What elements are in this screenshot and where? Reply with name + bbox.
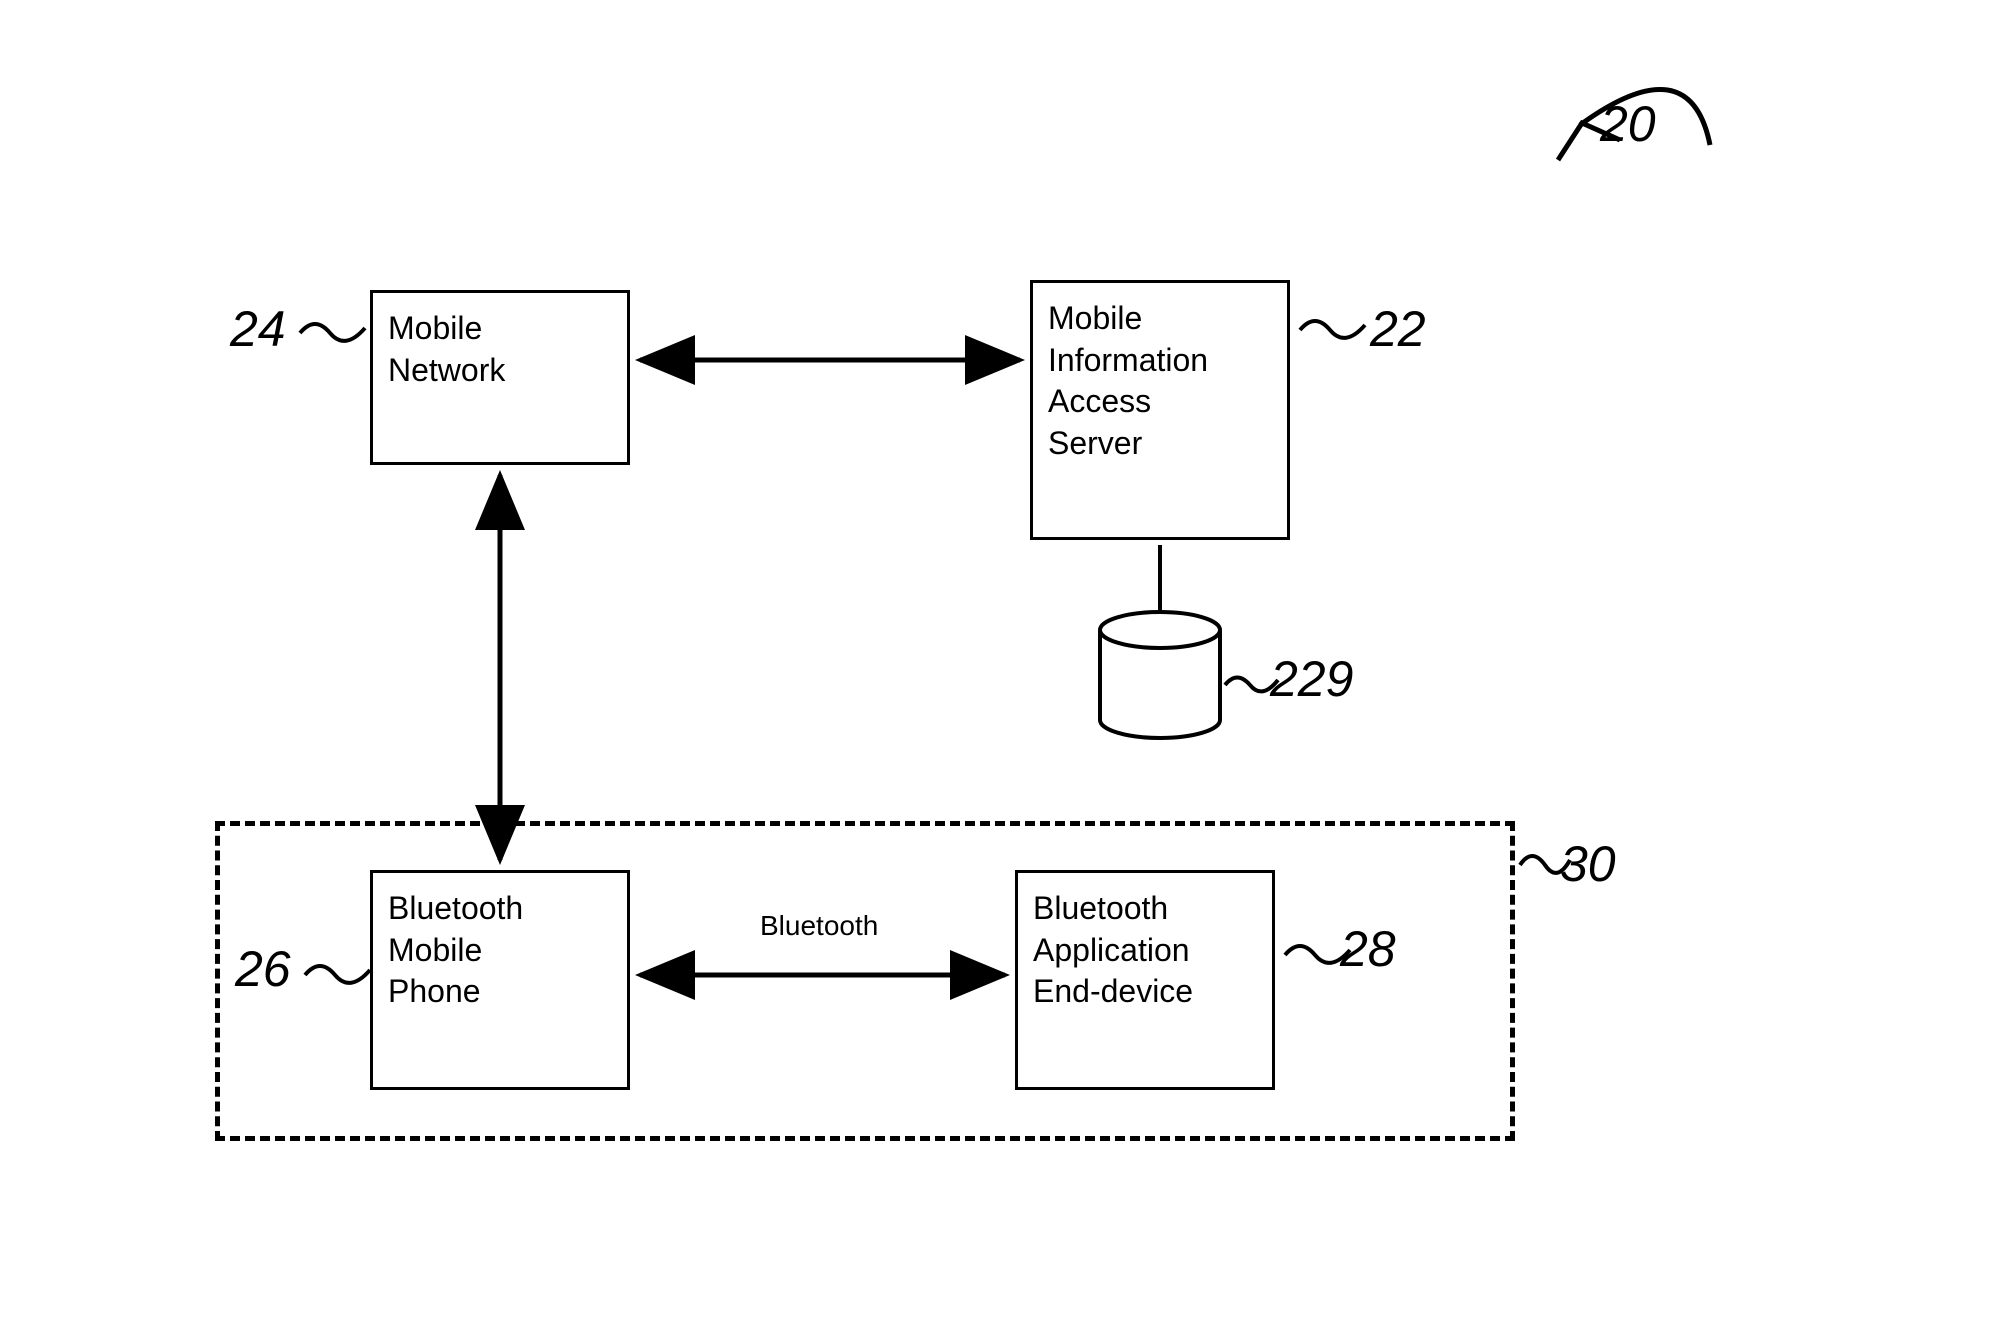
node-mobile-info-server-label: MobileInformationAccessServer xyxy=(1048,300,1208,461)
squiggle-22 xyxy=(1300,321,1365,338)
node-mobile-info-server: MobileInformationAccessServer xyxy=(1030,280,1290,540)
ref-label-30: 30 xyxy=(1560,835,1616,893)
ref-label-20: 20 xyxy=(1600,95,1656,153)
database-icon xyxy=(1100,612,1220,738)
node-mobile-network: MobileNetwork xyxy=(370,290,630,465)
ref-label-22: 22 xyxy=(1370,300,1426,358)
node-mobile-network-label: MobileNetwork xyxy=(388,310,505,388)
ref-label-28: 28 xyxy=(1340,920,1396,978)
ref-label-229: 229 xyxy=(1270,650,1353,708)
connector-label-bluetooth: Bluetooth xyxy=(760,910,878,942)
group-user-area xyxy=(215,821,1515,1141)
ref-label-26: 26 xyxy=(235,940,291,998)
squiggle-24 xyxy=(300,324,365,341)
ref-label-24: 24 xyxy=(230,300,286,358)
